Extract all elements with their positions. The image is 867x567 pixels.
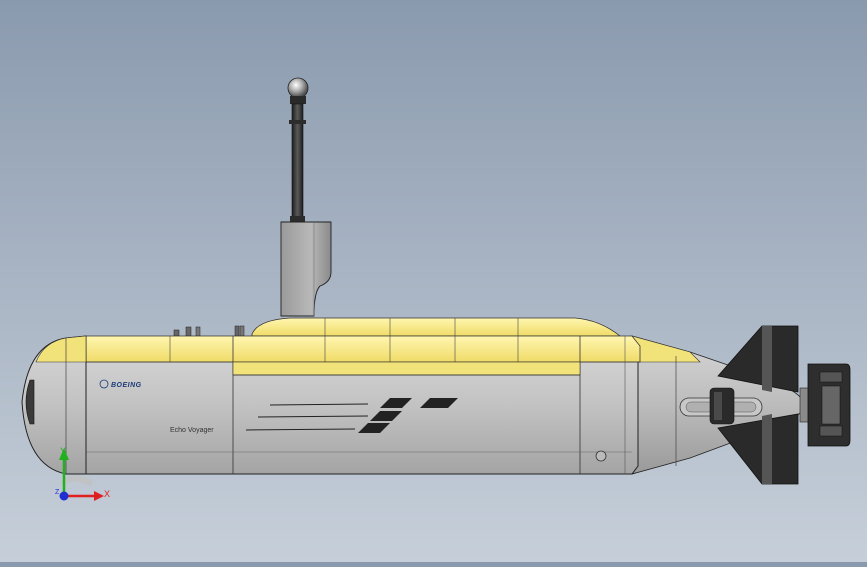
y-axis-label: Y: [60, 446, 66, 456]
main-hull: [65, 318, 641, 475]
vehicle-name-text: Echo Voyager: [170, 427, 214, 434]
nose-cone: [21, 335, 87, 475]
x-arrowhead-icon: [94, 491, 104, 501]
upper-deck: [251, 317, 622, 337]
sail: [280, 221, 332, 317]
z-axis-dot: [59, 491, 69, 501]
brand-text: BOEING: [111, 382, 142, 389]
deck-fittings: [173, 325, 245, 337]
mast: [289, 103, 306, 222]
propeller: [799, 363, 851, 447]
cad-viewport[interactable]: BOEING Echo Voyager Y X Z: [0, 0, 867, 562]
z-axis-label: Z: [55, 489, 60, 496]
mast-sensor-ball: [287, 77, 309, 104]
x-axis-label: X: [104, 489, 110, 499]
